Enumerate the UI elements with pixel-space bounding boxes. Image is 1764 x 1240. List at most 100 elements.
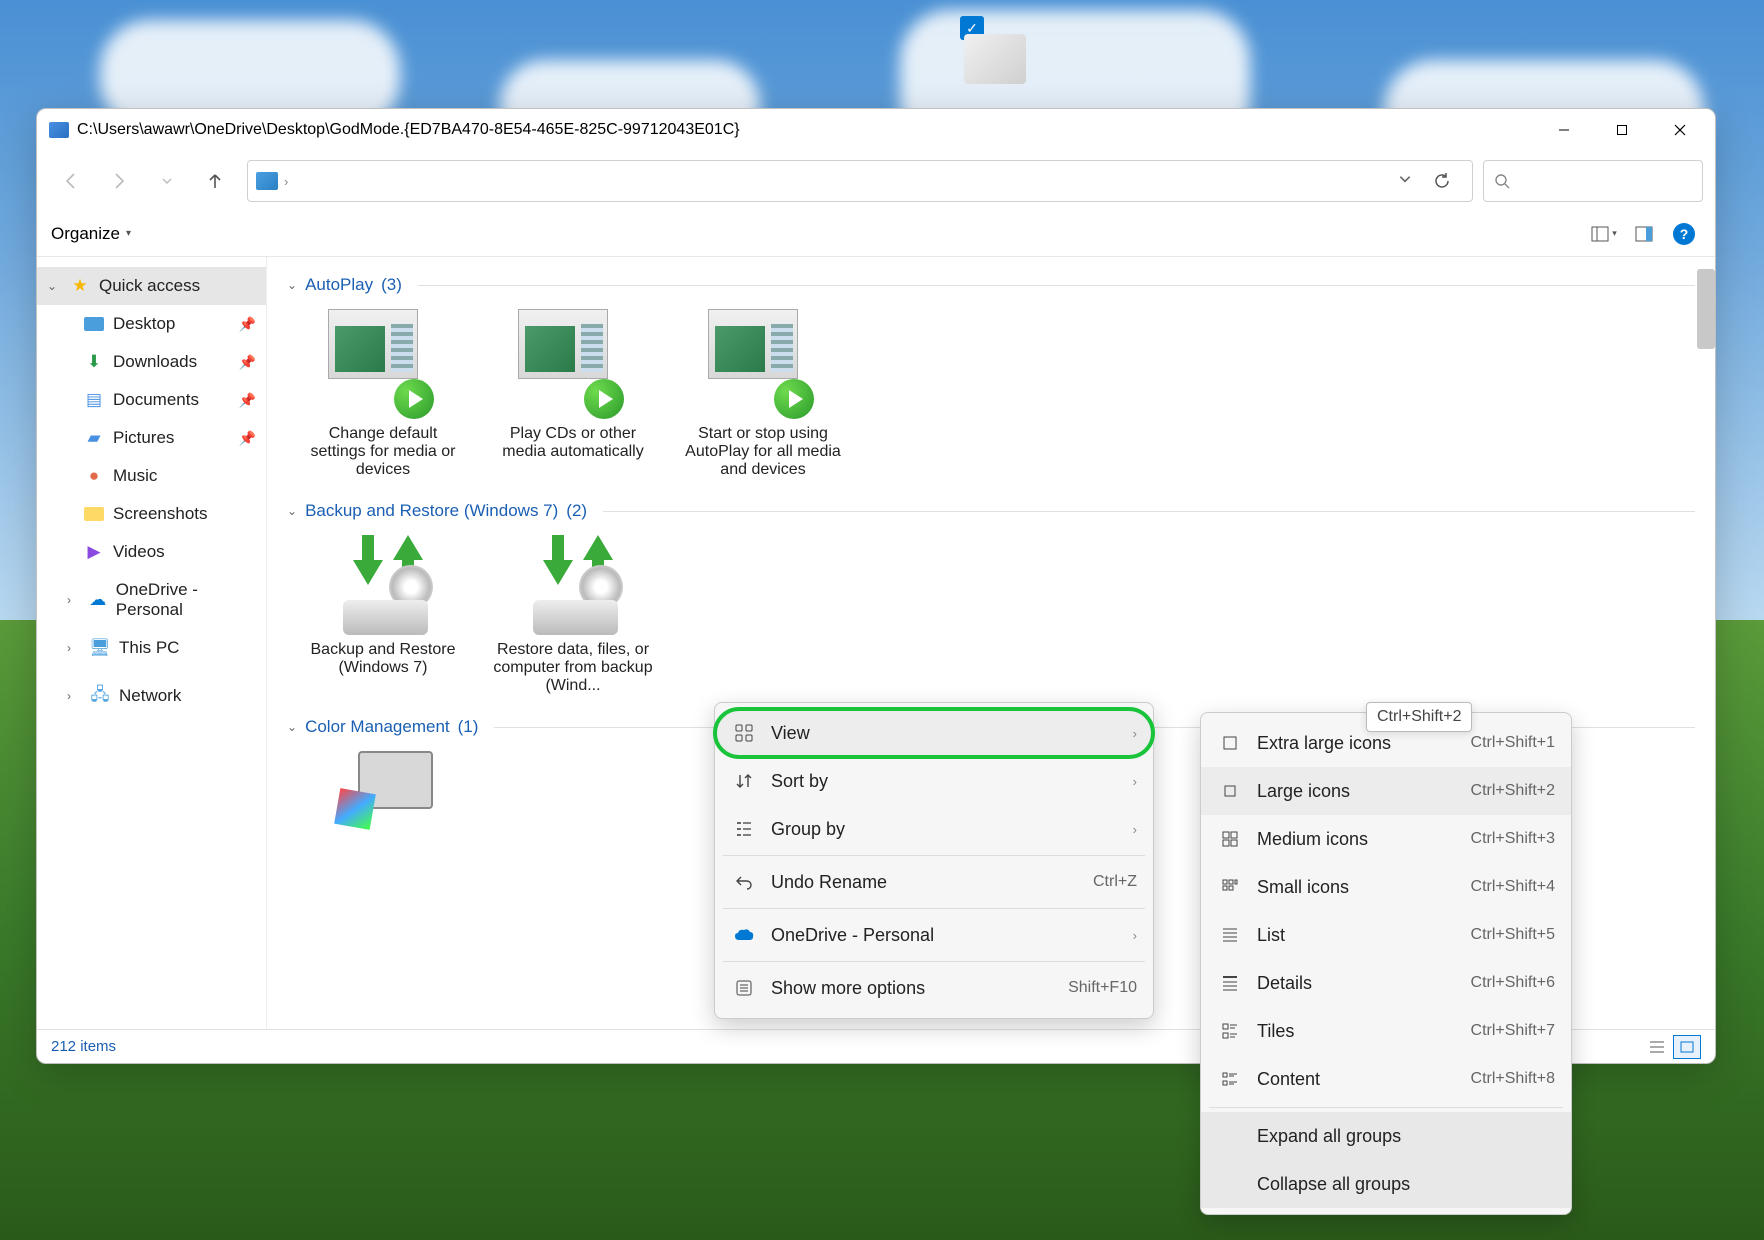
menu-item-onedrive[interactable]: OneDrive - Personal › xyxy=(715,911,1153,959)
sicons-icon xyxy=(1219,878,1241,896)
location-icon xyxy=(256,172,278,190)
back-button[interactable] xyxy=(49,161,93,201)
sidebar-item-desktop[interactable]: Desktop 📌 xyxy=(37,305,266,343)
sidebar-item-pictures[interactable]: ▰ Pictures 📌 xyxy=(37,419,266,457)
menu-item-undo[interactable]: Undo Rename Ctrl+Z xyxy=(715,858,1153,906)
submenu-tiles[interactable]: Tiles Ctrl+Shift+7 xyxy=(1201,1007,1571,1055)
chevron-down-icon: ▾ xyxy=(126,228,131,239)
view-icon xyxy=(733,724,755,742)
item-backup-restore[interactable]: Backup and Restore (Windows 7) xyxy=(303,535,463,695)
item-play-cds[interactable]: Play CDs or other media automatically xyxy=(493,309,653,479)
sidebar-item-screenshots[interactable]: Screenshots xyxy=(37,495,266,533)
search-box[interactable] xyxy=(1483,160,1703,202)
submenu-collapse-all[interactable]: Collapse all groups xyxy=(1201,1160,1571,1208)
help-button[interactable]: ? xyxy=(1667,219,1701,249)
navigation-pane: ⌄ ★ Quick access Desktop 📌 ⬇ Downloads 📌… xyxy=(37,257,267,1029)
menu-item-sortby[interactable]: Sort by › xyxy=(715,757,1153,805)
autoplay-icon xyxy=(518,309,608,379)
sidebar-item-music[interactable]: ● Music xyxy=(37,457,266,495)
group-header-backup[interactable]: ⌄ Backup and Restore (Windows 7) (2) xyxy=(287,495,1695,527)
toolbar: Organize ▾ ▾ ? xyxy=(37,211,1715,257)
chevron-right-icon: › xyxy=(1133,726,1137,741)
chevron-right-icon: › xyxy=(67,593,80,607)
autoplay-icon xyxy=(708,309,798,379)
menu-item-showmore[interactable]: Show more options Shift+F10 xyxy=(715,964,1153,1012)
chevron-right-icon: › xyxy=(67,689,81,703)
submenu-large-icons[interactable]: Large icons Ctrl+Shift+2 xyxy=(1201,767,1571,815)
undo-icon xyxy=(733,873,755,891)
layout-button[interactable]: ▾ xyxy=(1587,219,1621,249)
titlebar[interactable]: C:\Users\awawr\OneDrive\Desktop\GodMode.… xyxy=(37,109,1715,151)
item-start-stop-autoplay[interactable]: Start or stop using AutoPlay for all med… xyxy=(683,309,843,479)
backup-icon xyxy=(333,535,433,635)
item-change-default-settings[interactable]: Change default settings for media or dev… xyxy=(303,309,463,479)
sidebar-item-downloads[interactable]: ⬇ Downloads 📌 xyxy=(37,343,266,381)
colormgmt-icon xyxy=(333,751,433,831)
desktop-icon-godmode[interactable]: ✓ xyxy=(960,16,1030,86)
submenu-details[interactable]: Details Ctrl+Shift+6 xyxy=(1201,959,1571,1007)
play-icon xyxy=(774,379,814,419)
details-icon xyxy=(1219,974,1241,992)
chevron-right-icon: › xyxy=(1133,822,1137,837)
pin-icon: 📌 xyxy=(239,392,256,409)
details-view-button[interactable] xyxy=(1643,1035,1671,1059)
submenu-expand-all[interactable]: Expand all groups xyxy=(1201,1112,1571,1160)
sidebar-item-documents[interactable]: ▤ Documents 📌 xyxy=(37,381,266,419)
sidebar-quick-access[interactable]: ⌄ ★ Quick access xyxy=(37,267,266,305)
scrollbar[interactable] xyxy=(1697,269,1715,349)
window-title: C:\Users\awawr\OneDrive\Desktop\GodMode.… xyxy=(77,121,1535,139)
pc-icon: 🖥 xyxy=(89,638,111,658)
videos-icon: ▶ xyxy=(83,542,105,562)
large-icons-view-button[interactable] xyxy=(1673,1035,1701,1059)
maximize-button[interactable] xyxy=(1593,111,1651,149)
group-header-autoplay[interactable]: ⌄ AutoPlay (3) xyxy=(287,269,1695,301)
chevron-down-icon: ⌄ xyxy=(287,278,297,292)
address-dropdown[interactable] xyxy=(1390,172,1420,191)
menu-item-view[interactable]: View › xyxy=(715,709,1153,757)
pin-icon: 📌 xyxy=(239,430,256,447)
list-icon xyxy=(1219,926,1241,944)
submenu-content[interactable]: Content Ctrl+Shift+8 xyxy=(1201,1055,1571,1103)
view-submenu: Extra large icons Ctrl+Shift+1 Large ico… xyxy=(1200,712,1572,1215)
recent-dropdown[interactable] xyxy=(145,161,189,201)
submenu-small-icons[interactable]: Small icons Ctrl+Shift+4 xyxy=(1201,863,1571,911)
submenu-list[interactable]: List Ctrl+Shift+5 xyxy=(1201,911,1571,959)
tiles-icon xyxy=(1219,1022,1241,1040)
submenu-medium-icons[interactable]: Medium icons Ctrl+Shift+3 xyxy=(1201,815,1571,863)
item-restore-data[interactable]: Restore data, files, or computer from ba… xyxy=(493,535,653,695)
organize-menu[interactable]: Organize ▾ xyxy=(51,224,131,244)
menu-separator xyxy=(723,855,1145,856)
chevron-down-icon: ⌄ xyxy=(287,504,297,518)
menu-item-groupby[interactable]: Group by › xyxy=(715,805,1153,853)
up-button[interactable] xyxy=(193,161,237,201)
sidebar-item-videos[interactable]: ▶ Videos xyxy=(37,533,266,571)
onedrive-icon: ☁ xyxy=(88,590,108,610)
window-icon xyxy=(49,122,69,138)
star-icon: ★ xyxy=(69,276,91,296)
preview-pane-button[interactable] xyxy=(1627,219,1661,249)
controlpanel-icon xyxy=(964,34,1026,84)
desktop-icon xyxy=(83,314,105,334)
item-color-management[interactable] xyxy=(303,751,463,831)
sort-icon xyxy=(733,772,755,790)
close-button[interactable] xyxy=(1651,111,1709,149)
micons-icon xyxy=(1219,830,1241,848)
showmore-icon xyxy=(733,979,755,997)
sidebar-item-network[interactable]: › 🖧 Network xyxy=(37,677,266,715)
address-bar[interactable]: › xyxy=(247,160,1473,202)
context-menu: View › Sort by › Group by › Undo Rename … xyxy=(714,702,1154,1019)
documents-icon: ▤ xyxy=(83,390,105,410)
forward-button[interactable] xyxy=(97,161,141,201)
content-icon xyxy=(1219,1070,1241,1088)
sidebar-item-thispc[interactable]: › 🖥 This PC xyxy=(37,629,266,667)
group-icon xyxy=(733,820,755,838)
sidebar-item-onedrive[interactable]: › ☁ OneDrive - Personal xyxy=(37,581,266,619)
onedrive-icon xyxy=(733,928,755,942)
pin-icon: 📌 xyxy=(239,354,256,371)
help-icon: ? xyxy=(1673,223,1695,245)
licons-icon xyxy=(1219,782,1241,800)
minimize-button[interactable] xyxy=(1535,111,1593,149)
refresh-button[interactable] xyxy=(1420,161,1464,201)
status-item-count: 212 items xyxy=(51,1038,116,1055)
play-icon xyxy=(394,379,434,419)
